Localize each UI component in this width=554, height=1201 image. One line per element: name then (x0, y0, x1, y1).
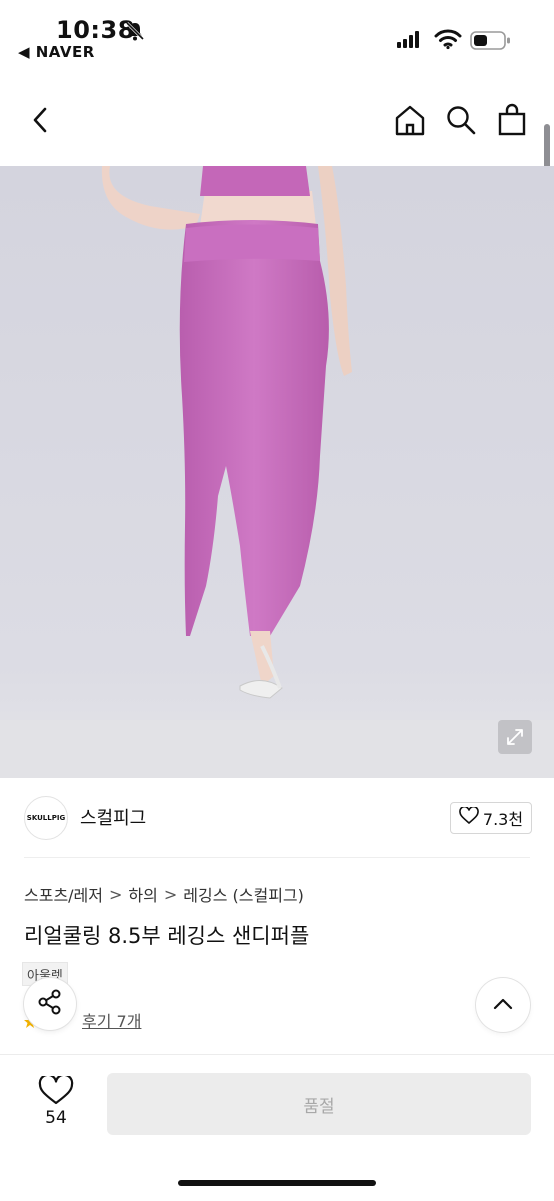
wishlist-count: 54 (45, 1108, 67, 1128)
share-button[interactable] (24, 978, 76, 1030)
battery-icon (470, 30, 512, 52)
review-link[interactable]: 후기 7개 (82, 1008, 141, 1032)
breadcrumb: 스포츠/레저 > 하의 > 레깅스 (스컬피그) (24, 882, 304, 906)
heart-icon (459, 805, 479, 829)
cellular-signal-icon (396, 28, 424, 50)
back-icon[interactable] (20, 100, 60, 140)
product-image[interactable] (0, 166, 554, 778)
breadcrumb-item[interactable]: 레깅스 (스컬피그) (183, 882, 304, 906)
store-like-button[interactable]: 7.3천 (450, 802, 532, 834)
wishlist-heart-icon[interactable] (38, 1073, 74, 1106)
share-icon (36, 988, 64, 1020)
breadcrumb-item[interactable]: 하의 (128, 882, 157, 906)
wifi-icon (434, 28, 462, 50)
seller-logo[interactable]: SKULLPIG (24, 796, 68, 840)
divider (24, 857, 530, 858)
chevron-up-icon (492, 996, 514, 1015)
home-indicator[interactable] (178, 1180, 376, 1186)
shopping-bag-icon[interactable] (492, 100, 532, 140)
back-to-app-link[interactable]: ◀ NAVER (18, 43, 95, 61)
search-icon[interactable] (441, 100, 481, 140)
bell-muted-icon (124, 20, 146, 42)
home-icon[interactable] (390, 100, 430, 140)
product-title: 리얼쿨링 8.5부 레깅스 샌디퍼플 (24, 924, 310, 948)
breadcrumb-item[interactable]: 스포츠/레저 (24, 882, 103, 906)
store-like-count: 7.3천 (482, 810, 524, 829)
seller-name[interactable]: 스컬피그 (80, 804, 146, 830)
breadcrumb-separator: > (163, 884, 178, 904)
sold-out-button[interactable]: 품절 (107, 1073, 531, 1135)
scroll-top-button[interactable] (476, 978, 530, 1032)
expand-image-icon[interactable] (498, 720, 532, 754)
breadcrumb-separator: > (109, 884, 123, 904)
